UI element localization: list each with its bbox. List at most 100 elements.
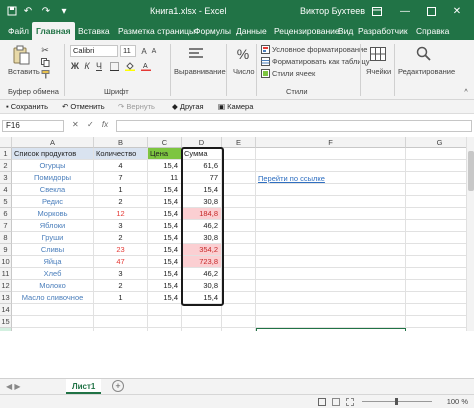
grid-cell[interactable] [406,304,474,316]
enter-icon[interactable]: ✓ [87,120,94,129]
row-header[interactable]: 5 [0,196,12,208]
data-cell-c[interactable]: 15,4 [148,160,182,172]
grid-cell[interactable] [222,244,256,256]
collapse-ribbon-icon[interactable]: ^ [462,88,470,96]
data-cell-a[interactable]: Морковь [12,208,94,220]
data-cell-a[interactable]: Груши [12,232,94,244]
row-header[interactable]: 15 [0,316,12,328]
grid-cell[interactable] [12,316,94,328]
data-cell-c[interactable]: 15,4 [148,244,182,256]
data-cell-a[interactable]: Свекла [12,184,94,196]
grid-cell[interactable] [406,148,474,160]
data-cell-c[interactable]: 15,4 [148,256,182,268]
sheet-nav-icons[interactable]: ◀ ▶ [6,379,21,394]
grid-cell[interactable] [406,244,474,256]
zoom-slider-thumb[interactable] [395,398,398,405]
grid-cell[interactable] [256,184,406,196]
data-cell-b[interactable]: 12 [94,208,148,220]
row-header[interactable]: 14 [0,304,12,316]
grid-cell[interactable] [256,280,406,292]
cells-button[interactable]: Ячейки [366,67,391,76]
sheet-tab-1[interactable]: Лист1 [66,379,102,394]
paste-icon[interactable] [10,44,32,66]
qat-other-button[interactable]: ◆ Другая [172,100,204,114]
underline-icon[interactable]: Ч [94,60,104,72]
paste-button[interactable]: Вставить [8,67,40,76]
grid-cell[interactable] [406,280,474,292]
number-button[interactable]: Число [233,67,255,76]
grid-cell[interactable] [222,172,256,184]
tab-page-layout[interactable]: Разметка страницы [118,22,195,40]
data-cell-a[interactable]: Яйца [12,256,94,268]
scroll-thumb[interactable] [468,151,474,191]
row-header[interactable]: 11 [0,268,12,280]
close-icon[interactable]: ✕ [448,0,466,22]
zoom-slider[interactable] [362,398,432,405]
data-cell-c[interactable]: 15,4 [148,280,182,292]
data-cell-b[interactable]: 4 [94,160,148,172]
data-cell-a[interactable]: Масло сливочное [12,292,94,304]
tab-data[interactable]: Данные [236,22,267,40]
grid-cell[interactable] [406,184,474,196]
data-cell-c[interactable]: 15,4 [148,196,182,208]
cancel-icon[interactable]: ✕ [72,120,79,129]
grid-cell[interactable] [182,328,222,331]
grid-cell[interactable] [94,328,148,331]
zoom-level[interactable]: 100 % [447,395,468,408]
format-table-button[interactable]: Форматировать как таблицу [272,57,370,66]
data-cell-a[interactable]: Яблоки [12,220,94,232]
grid-cell[interactable] [406,208,474,220]
row-header[interactable]: 9 [0,244,12,256]
header-cell-c[interactable]: Цена [148,148,182,160]
grid-cell[interactable] [256,268,406,280]
grid-cell[interactable] [256,316,406,328]
column-header-a[interactable]: A [12,137,94,148]
header-cell-a[interactable]: Список продуктов [12,148,94,160]
data-cell-c[interactable]: 11 [148,172,182,184]
function-icon[interactable]: fx [102,120,108,129]
row-header[interactable]: 1 [0,148,12,160]
row-header[interactable]: 12 [0,280,12,292]
data-cell-b[interactable]: 2 [94,280,148,292]
grid-cell[interactable] [406,172,474,184]
row-header[interactable]: 4 [0,184,12,196]
tab-formulas[interactable]: Формулы [194,22,231,40]
copy-icon[interactable] [40,57,50,67]
grid-cell[interactable] [182,316,222,328]
grid-cell[interactable] [406,316,474,328]
page-break-view-icon[interactable] [346,398,354,406]
grid-cell[interactable] [222,268,256,280]
data-cell-b[interactable]: 2 [94,196,148,208]
grid-cell[interactable] [148,304,182,316]
grid-cell[interactable] [222,232,256,244]
qat-save-button[interactable]: ▪ Сохранить [6,100,48,114]
grid-cell[interactable] [222,160,256,172]
grid-cell[interactable] [222,256,256,268]
add-sheet-icon[interactable]: + [112,380,124,392]
row-header[interactable]: 13 [0,292,12,304]
grid-cell[interactable] [256,292,406,304]
conditional-format-button[interactable]: Условное форматирование [272,45,367,54]
cell-styles-button[interactable]: Стили ячеек [272,69,315,78]
cut-icon[interactable]: ✂ [40,45,50,55]
minimize-icon[interactable]: — [396,0,414,22]
grid-cell[interactable] [222,292,256,304]
data-cell-c[interactable]: 15,4 [148,208,182,220]
grid-cell[interactable] [406,220,474,232]
row-header[interactable]: 8 [0,232,12,244]
tab-insert[interactable]: Вставка [78,22,110,40]
format-painter-icon[interactable] [40,69,50,79]
grid-cell[interactable] [94,316,148,328]
column-header-c[interactable]: C [148,137,182,148]
grid-cell[interactable] [256,244,406,256]
grid-cell[interactable] [222,316,256,328]
grid-cell[interactable] [256,256,406,268]
qat-more-icon[interactable]: ▾ [58,0,70,22]
tab-home[interactable]: Главная [32,22,75,40]
data-cell-b[interactable]: 23 [94,244,148,256]
data-cell-b[interactable]: 3 [94,268,148,280]
data-cell-b[interactable]: 1 [94,184,148,196]
font-color-icon[interactable]: A [140,60,152,72]
column-header-f[interactable]: F [256,137,406,148]
user-name[interactable]: Виктор Бухтеев [300,0,365,22]
